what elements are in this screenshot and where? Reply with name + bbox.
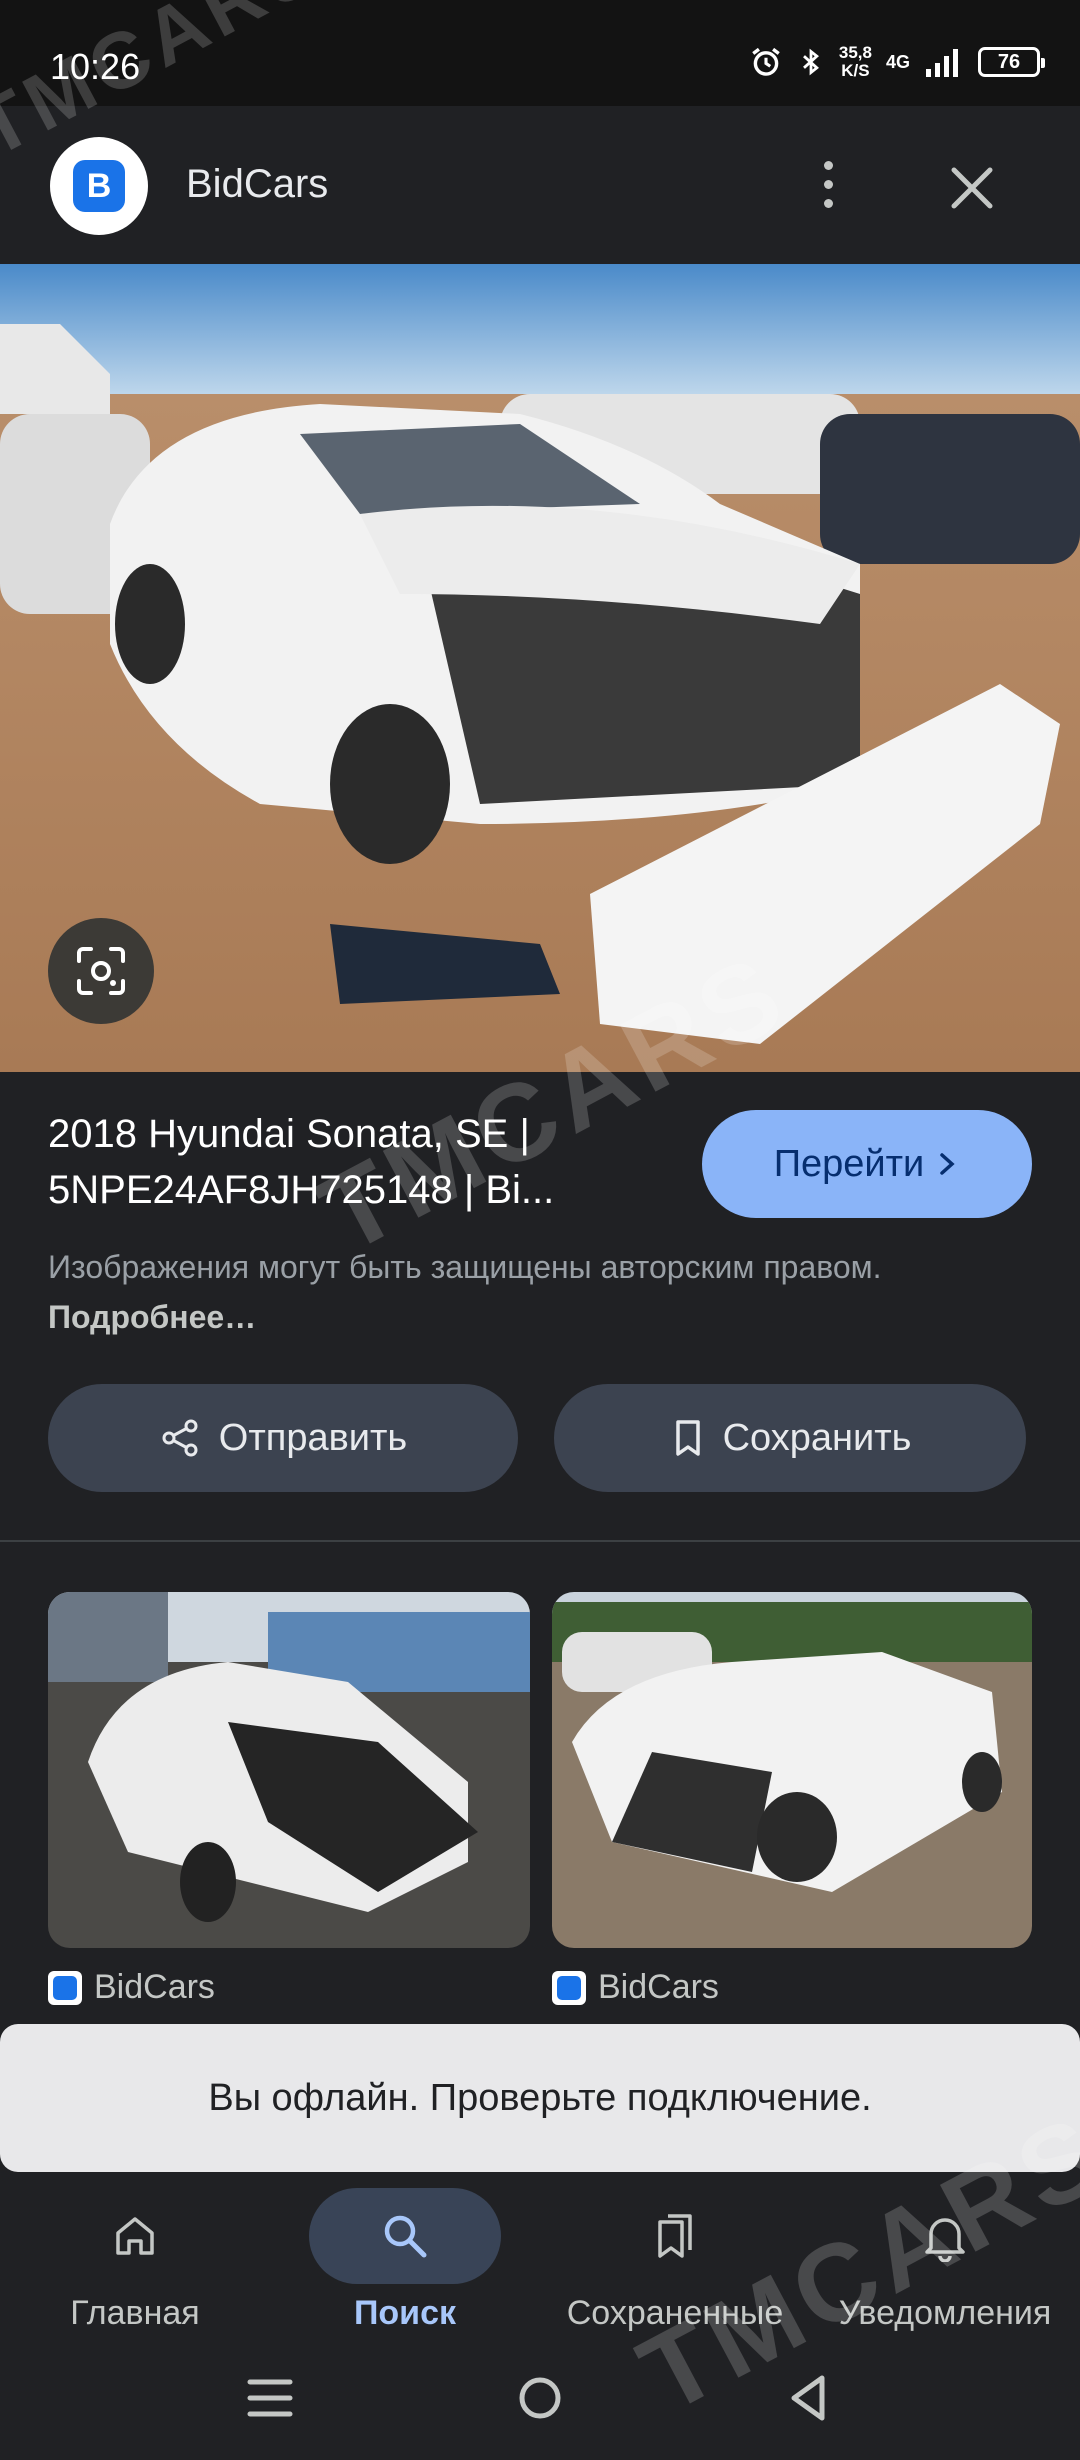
- search-icon: [384, 2215, 427, 2258]
- system-nav: [0, 2336, 1080, 2460]
- status-time: 10:26: [50, 46, 141, 87]
- share-button[interactable]: Отправить: [48, 1384, 518, 1492]
- bluetooth-icon: [802, 48, 819, 76]
- home-button-icon[interactable]: [500, 2362, 580, 2434]
- close-icon[interactable]: [940, 156, 1004, 220]
- burned-car-photo: [48, 1592, 530, 1948]
- share-icon: [162, 1419, 198, 1457]
- bidcars-logo: B: [50, 137, 148, 235]
- recent-apps-icon[interactable]: [230, 2362, 310, 2434]
- more-options-icon[interactable]: [808, 152, 848, 216]
- divider: [0, 1540, 1080, 1542]
- back-icon[interactable]: [770, 2362, 850, 2434]
- lens-icon: [77, 947, 125, 995]
- offline-toast: Вы офлайн. Проверьте подключение.: [0, 2024, 1080, 2172]
- bookmark-icon: [675, 1420, 700, 1456]
- bidcars-favicon-icon: [48, 1970, 82, 2005]
- crashed-sonata-photo: [552, 1592, 1032, 1948]
- nav-saved[interactable]: Сохраненные: [540, 2172, 810, 2336]
- battery-icon: 76: [978, 47, 1045, 77]
- nav-notifications[interactable]: Уведомления: [810, 2172, 1080, 2336]
- bottom-nav: Главная Поиск Сохраненные Уведомления: [0, 2172, 1080, 2336]
- damaged-car-photo: [0, 264, 1080, 1072]
- network-type: 4G: [885, 51, 910, 72]
- network-speed: 35,8 K/S: [838, 43, 872, 80]
- app-header: B BidCars: [0, 106, 1080, 264]
- home-icon: [116, 2217, 154, 2255]
- more-link[interactable]: Подробнее…: [48, 1299, 256, 1335]
- nav-home[interactable]: Главная: [0, 2172, 270, 2336]
- main-image[interactable]: [0, 264, 1080, 1072]
- copyright-notice: Изображения могут быть защищены авторски…: [48, 1249, 882, 1335]
- related-image-2[interactable]: [552, 1592, 1032, 1948]
- alarm-icon: [752, 47, 780, 76]
- related-source-1[interactable]: BidCars: [48, 1968, 215, 2007]
- status-bar: 10:26 35,8 K/S 4G 76: [0, 0, 1080, 106]
- status-icons: 35,8 K/S 4G 76: [749, 43, 1045, 80]
- saved-icon: [658, 2214, 692, 2258]
- chevron-right-icon: [940, 1153, 955, 1175]
- result-title[interactable]: 2018 Hyundai Sonata, SE | 5NPE24AF8JH725…: [48, 1106, 658, 1218]
- nav-search[interactable]: Поиск: [270, 2172, 540, 2336]
- app-title: BidCars: [186, 162, 329, 206]
- save-button[interactable]: Сохранить: [554, 1384, 1026, 1492]
- bell-icon: [925, 2218, 965, 2262]
- signal-icon: [926, 49, 958, 77]
- related-source-2[interactable]: BidCars: [552, 1968, 719, 2007]
- goto-button[interactable]: Перейти: [702, 1110, 1032, 1218]
- bidcars-favicon-icon: [552, 1970, 586, 2005]
- related-image-1[interactable]: [48, 1592, 530, 1948]
- google-lens-button[interactable]: [48, 918, 154, 1024]
